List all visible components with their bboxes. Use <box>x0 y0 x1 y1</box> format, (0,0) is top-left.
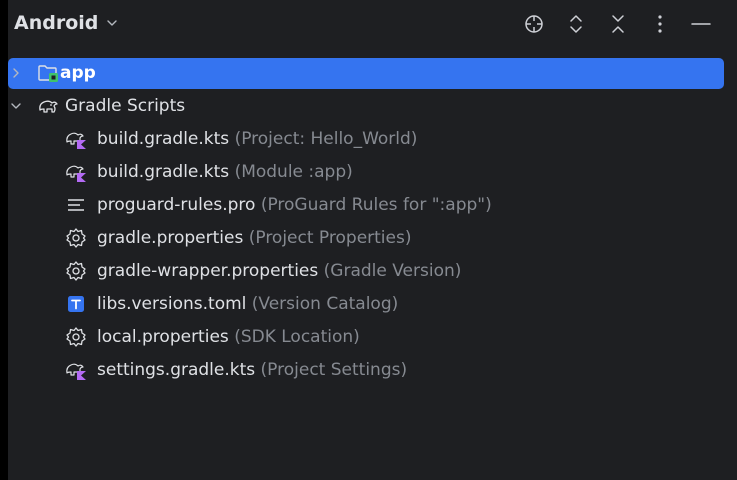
view-title: Android <box>14 12 99 34</box>
tree-item-label: Gradle Scripts <box>65 96 186 116</box>
tool-window-header: Android <box>8 0 737 48</box>
gear-icon <box>66 261 86 281</box>
file-hint: (Project: Hello_World) <box>234 129 418 149</box>
project-tool-window: Android app Gradle Scripts build.gradle.… <box>8 0 737 480</box>
module-folder-icon <box>38 65 58 82</box>
tree-item-file[interactable]: gradle-wrapper.properties (Gradle Versio… <box>8 255 737 287</box>
tree-item-file[interactable]: settings.gradle.kts (Project Settings) <box>8 354 737 386</box>
file-hint: (Version Catalog) <box>251 294 399 314</box>
toml-icon <box>68 296 84 312</box>
file-name: build.gradle.kts <box>97 162 230 182</box>
expand-all-icon <box>570 15 582 33</box>
file-name: gradle.properties <box>97 228 244 248</box>
locate-target-icon <box>525 15 543 33</box>
tree-item-app[interactable]: app <box>8 57 737 89</box>
gradle-elephant-icon <box>39 100 58 113</box>
chevron-down-icon <box>107 20 118 26</box>
gear-icon <box>66 327 86 347</box>
file-name: proguard-rules.pro <box>97 195 256 215</box>
more-options-icon <box>658 15 662 33</box>
tree-item-file[interactable]: build.gradle.kts (Project: Hello_World) <box>8 123 737 155</box>
gradle-kotlin-icon <box>66 165 86 182</box>
file-name: gradle-wrapper.properties <box>97 261 319 281</box>
minimize-button[interactable] <box>687 10 715 38</box>
tree-item-file[interactable]: libs.versions.toml (Version Catalog) <box>8 288 737 320</box>
tree-item-label: app <box>60 63 96 83</box>
tree-item-file[interactable]: local.properties (SDK Location) <box>8 321 737 353</box>
file-hint: (Project Properties) <box>248 228 412 248</box>
minimize-icon <box>691 23 711 25</box>
selection-highlight <box>8 58 724 89</box>
chevron-down-icon[interactable] <box>10 100 22 112</box>
file-name: build.gradle.kts <box>97 129 230 149</box>
tree-item-file[interactable]: gradle.properties (Project Properties) <box>8 222 737 254</box>
file-hint: (Module :app) <box>234 162 353 182</box>
locate-button[interactable] <box>520 10 548 38</box>
text-lines-icon <box>68 199 84 211</box>
file-hint: (Project Settings) <box>260 360 408 380</box>
file-hint: (SDK Location) <box>234 327 360 347</box>
view-selector-dropdown[interactable]: Android <box>14 10 118 36</box>
file-hint: (ProGuard Rules for ":app") <box>260 195 492 215</box>
tree-item-file[interactable]: build.gradle.kts (Module :app) <box>8 156 737 188</box>
chevron-right-icon[interactable] <box>10 67 22 79</box>
collapse-all-icon <box>612 15 624 33</box>
collapse-all-button[interactable] <box>604 10 632 38</box>
file-name: libs.versions.toml <box>97 294 247 314</box>
tree-item-file[interactable]: proguard-rules.pro (ProGuard Rules for "… <box>8 189 737 221</box>
file-hint: (Gradle Version) <box>323 261 462 281</box>
tree-item-gradle-scripts[interactable]: Gradle Scripts <box>8 90 737 122</box>
gradle-kotlin-icon <box>66 132 86 149</box>
file-name: settings.gradle.kts <box>97 360 256 380</box>
more-options-button[interactable] <box>646 10 674 38</box>
expand-all-button[interactable] <box>562 10 590 38</box>
gradle-kotlin-icon <box>66 363 86 380</box>
gear-icon <box>66 228 86 248</box>
file-name: local.properties <box>97 327 229 347</box>
